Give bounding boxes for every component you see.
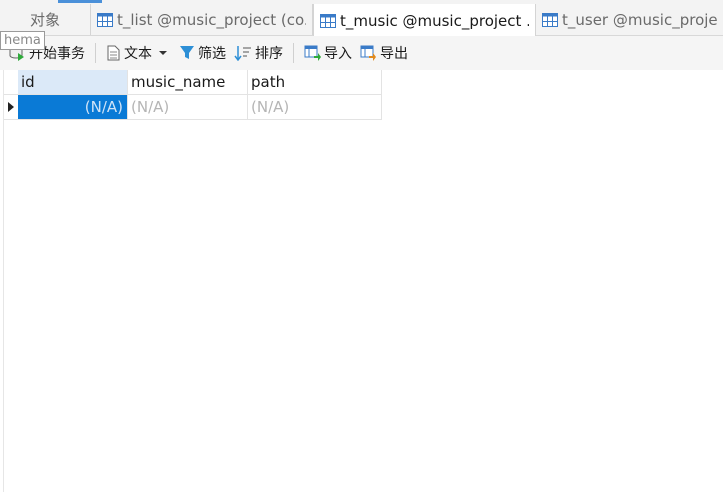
table-row[interactable]: (N/A) (N/A) (N/A) <box>4 95 382 120</box>
document-icon <box>107 45 120 61</box>
filter-icon <box>180 46 194 59</box>
row-header-corner <box>4 70 18 95</box>
grid-header-row: id music_name path <box>4 70 382 95</box>
import-label: 导入 <box>324 46 352 62</box>
dropdown-caret-icon[interactable] <box>158 48 168 58</box>
export-icon <box>360 45 376 61</box>
table-icon <box>542 12 558 27</box>
cell-id[interactable]: (N/A) <box>18 95 128 120</box>
sort-label: 排序 <box>255 46 283 62</box>
filter-label: 筛选 <box>198 46 226 62</box>
sort-icon <box>234 46 251 61</box>
column-header-music-name[interactable]: music_name <box>128 70 248 95</box>
tab-t-list[interactable]: t_list @music_project (co... <box>91 4 313 35</box>
row-indicator[interactable] <box>4 95 18 120</box>
import-icon <box>304 45 321 61</box>
tab-objects-label: 对象 <box>29 11 60 29</box>
column-header-path[interactable]: path <box>248 70 382 95</box>
tab-t-user[interactable]: t_user @music_project <box>536 4 723 35</box>
text-label: 文本 <box>124 46 152 62</box>
cell-path[interactable]: (N/A) <box>248 95 382 120</box>
tab-t-music[interactable]: t_music @music_project ... <box>313 4 536 37</box>
table-icon <box>320 13 336 28</box>
tab-accent-bar <box>58 0 102 3</box>
schema-tooltip: hema <box>0 31 45 50</box>
export-label: 导出 <box>380 46 408 62</box>
tab-t-user-label: t_user @music_project <box>562 10 717 29</box>
cell-music-name[interactable]: (N/A) <box>128 95 248 120</box>
data-grid[interactable]: id music_name path (N/A) (N/A) (N/A) <box>4 70 382 120</box>
text-button[interactable]: 文本 <box>102 40 175 66</box>
import-button[interactable]: 导入 <box>300 40 356 66</box>
current-row-arrow-icon <box>8 102 14 112</box>
sort-button[interactable]: 排序 <box>230 40 287 66</box>
tab-bar: 对象 t_list @music_project (co... t_music … <box>0 0 723 37</box>
filter-button[interactable]: 筛选 <box>175 40 230 66</box>
toolbar-divider <box>95 43 96 63</box>
table-icon <box>97 12 113 27</box>
toolbar: 开始事务 文本 筛选 排序 导入 导出 <box>0 36 723 70</box>
export-button[interactable]: 导出 <box>356 40 412 66</box>
column-header-id[interactable]: id <box>18 70 128 95</box>
grid-left-border <box>3 70 4 492</box>
tab-t-list-label: t_list @music_project (co... <box>117 10 306 29</box>
tab-t-music-label: t_music @music_project ... <box>340 11 529 30</box>
toolbar-divider <box>293 43 294 63</box>
